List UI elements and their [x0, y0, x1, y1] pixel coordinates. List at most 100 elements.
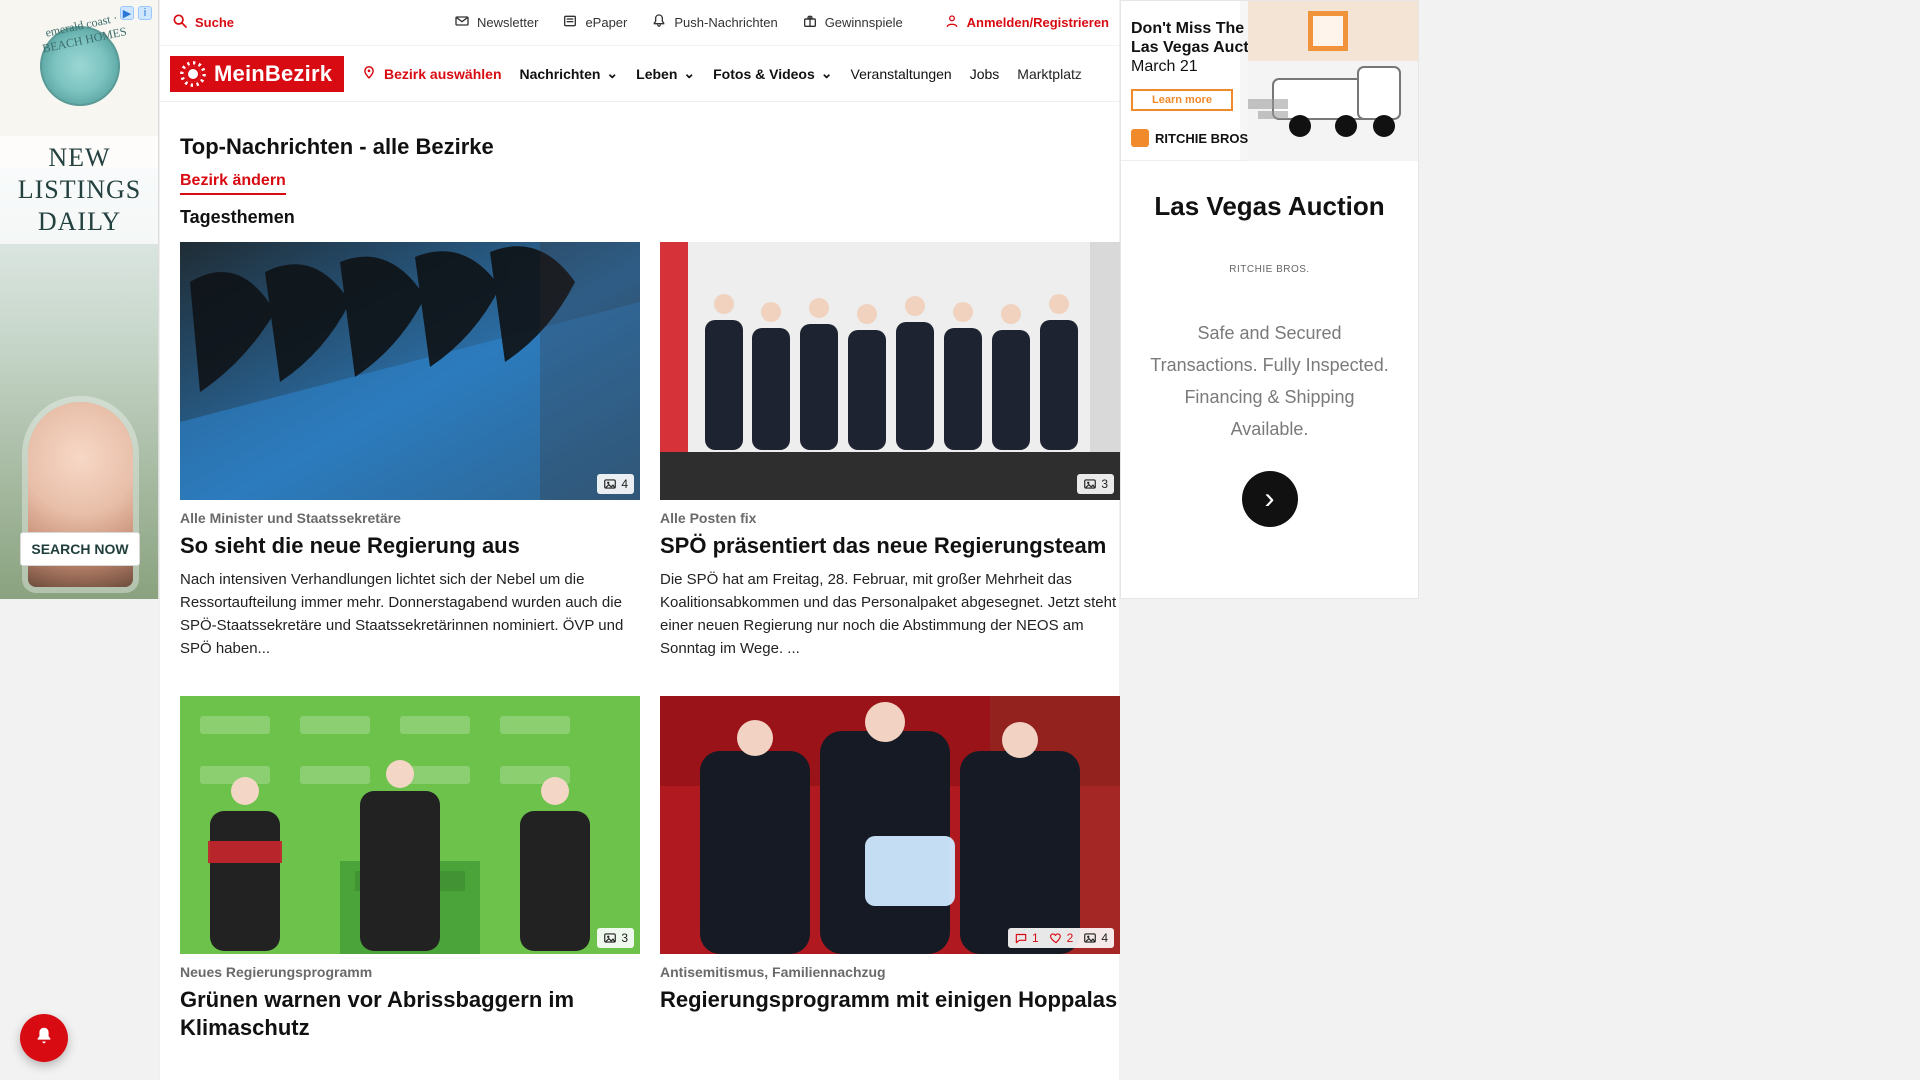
- photos-count: 4: [603, 477, 628, 491]
- nav-label: Jobs: [969, 65, 1000, 82]
- ad-big-title: Las Vegas Auction: [1154, 191, 1385, 221]
- photos-count: 3: [1083, 477, 1108, 491]
- page-title: Top-Nachrichten - alle Bezirke: [180, 134, 494, 159]
- ad-top-banner[interactable]: ▶ i Don't Miss The Las Vegas Auction Mar…: [1121, 1, 1418, 161]
- gallery-icon: [603, 932, 617, 944]
- nav-label: Nachrichten: [519, 65, 601, 82]
- chevron-down-icon: ⌄: [606, 65, 619, 81]
- article-2-image: [660, 242, 1120, 500]
- ad-description: Safe and Secured Transactions. Fully Ins…: [1150, 323, 1389, 439]
- mail-icon: [454, 13, 470, 32]
- article-title[interactable]: Grünen warnen vor Abrissbaggern im Klima…: [180, 986, 640, 1042]
- article-kicker: Neues Regierungsprogramm: [180, 964, 373, 980]
- ad-search-button[interactable]: SEARCH NOW: [20, 532, 140, 566]
- truck-graphic: [1248, 1, 1418, 161]
- article-excerpt: Nach intensiven Verhandlungen lichtet si…: [180, 571, 624, 657]
- gallery-icon: [603, 478, 617, 490]
- article-4-image: [660, 696, 1120, 954]
- nav-item-jobs[interactable]: Jobs: [970, 66, 1000, 82]
- section-title: Tagesthemen: [180, 207, 295, 227]
- ad-small-logo: RITCHIE BROS.: [1229, 264, 1310, 275]
- article-3-image: [180, 696, 640, 954]
- article-thumbnail[interactable]: 3: [180, 696, 640, 954]
- comment-icon: [1014, 932, 1028, 944]
- gift-icon: [802, 13, 818, 32]
- ritchie-bros-logo-icon: [1131, 129, 1149, 147]
- user-icon: [944, 13, 960, 32]
- gewinnspiele-label: Gewinnspiele: [824, 15, 903, 30]
- gewinnspiele-link[interactable]: Gewinnspiele: [802, 13, 903, 32]
- ad-brand-line: RITCHIE BROS.: [1131, 129, 1252, 147]
- article-card[interactable]: 1 2 4 Antisemitismus, Familiennachzug Re…: [660, 696, 1120, 1042]
- right-advertisement[interactable]: ▶ i Don't Miss The Las Vegas Auction Mar…: [1120, 0, 1419, 599]
- photos-count: 3: [603, 931, 628, 945]
- article-excerpt: Die SPÖ hat am Freitag, 28. Februar, mit…: [660, 571, 1117, 657]
- article-thumbnail[interactable]: 3: [660, 242, 1120, 500]
- thumbnail-meta: 4: [597, 474, 634, 494]
- ad-headline: NEW LISTINGS DAILY: [0, 136, 158, 244]
- article-card[interactable]: 3 Alle Posten fix SPÖ präsentiert das ne…: [660, 242, 1120, 660]
- photos-count-value: 3: [621, 931, 628, 945]
- search-link[interactable]: Suche: [172, 13, 234, 32]
- thumbnail-meta: 3: [597, 928, 634, 948]
- nav-label: Veranstaltungen: [850, 65, 952, 82]
- brand-name: MeinBezirk: [214, 60, 333, 86]
- article-title[interactable]: Regierungsprogramm mit einigen Hoppalas: [660, 986, 1120, 1014]
- photos-count-value: 4: [621, 477, 628, 491]
- article-1-image: [180, 242, 640, 500]
- ad-next-button[interactable]: ›: [1241, 471, 1298, 527]
- gallery-icon: [1083, 932, 1097, 944]
- utility-bar: Suche Newsletter ePaper Push-Nachrichten…: [160, 0, 1119, 46]
- nav-item-nachrichten[interactable]: Nachrichten ⌄: [520, 65, 619, 82]
- left-advertisement[interactable]: ▶ i emerald coast · BEACH HOMES NEW LIST…: [0, 0, 159, 599]
- newspaper-icon: [562, 13, 578, 32]
- ad-learn-more-button[interactable]: Learn more: [1131, 89, 1233, 111]
- login-link[interactable]: Anmelden/Registrieren: [944, 13, 1109, 32]
- ad-brand-name: RITCHIE BROS.: [1155, 130, 1252, 146]
- push-label: Push-Nachrichten: [674, 15, 778, 30]
- chevron-down-icon: ⌄: [683, 65, 696, 81]
- nav-label: Marktplatz: [1017, 65, 1082, 82]
- article-kicker: Alle Posten fix: [660, 510, 757, 526]
- district-select[interactable]: Bezirk auswählen: [362, 63, 502, 84]
- login-label: Anmelden/Registrieren: [966, 15, 1109, 30]
- epaper-link[interactable]: ePaper: [562, 13, 627, 32]
- likes-count: 2: [1049, 931, 1073, 945]
- search-icon: [172, 13, 188, 32]
- article-thumbnail[interactable]: 1 2 4: [660, 696, 1120, 954]
- comments-count: 1: [1014, 931, 1039, 945]
- article-card[interactable]: 4 Alle Minister und Staatssekretäre So s…: [180, 242, 640, 660]
- district-select-label: Bezirk auswählen: [384, 65, 502, 82]
- ad-info-icon: i: [138, 6, 152, 20]
- nav-label: Fotos & Videos: [713, 65, 815, 82]
- brand-sun-icon: [180, 61, 206, 87]
- change-district-link[interactable]: Bezirk ändern: [180, 172, 286, 195]
- article-thumbnail[interactable]: 4: [180, 242, 640, 500]
- article-kicker: Antisemitismus, Familiennachzug: [660, 964, 886, 980]
- nav-item-leben[interactable]: Leben ⌄: [636, 65, 695, 82]
- main-navigation: MeinBezirk Bezirk auswählen Nachrichten …: [160, 46, 1119, 102]
- chevron-down-icon: ⌄: [820, 65, 833, 81]
- photos-count-value: 3: [1101, 477, 1108, 491]
- content-area: Top-Nachrichten - alle Bezirke Bezirk än…: [160, 102, 1120, 1042]
- brand-logo[interactable]: MeinBezirk: [170, 55, 344, 92]
- article-card[interactable]: 3 Neues Regierungsprogramm Grünen warnen…: [180, 696, 640, 1042]
- newsletter-link[interactable]: Newsletter: [454, 13, 538, 32]
- heart-icon: [1049, 932, 1063, 944]
- push-link[interactable]: Push-Nachrichten: [651, 13, 778, 32]
- page-root: ▶ i emerald coast · BEACH HOMES NEW LIST…: [0, 0, 1920, 1080]
- nav-label: Leben: [636, 65, 678, 82]
- article-title[interactable]: So sieht die neue Regierung aus: [180, 532, 640, 560]
- gallery-icon: [1083, 478, 1097, 490]
- notifications-button[interactable]: [20, 1014, 68, 1062]
- photos-count: 4: [1083, 931, 1108, 945]
- nav-item-veranstaltungen[interactable]: Veranstaltungen: [851, 66, 952, 82]
- article-grid: 4 Alle Minister und Staatssekretäre So s…: [170, 242, 1120, 1042]
- article-title[interactable]: SPÖ präsentiert das neue Regierungsteam: [660, 532, 1120, 560]
- chevron-right-icon: ›: [1264, 482, 1275, 515]
- nav-item-fotos-videos[interactable]: Fotos & Videos ⌄: [713, 65, 832, 82]
- photos-count-value: 4: [1101, 931, 1108, 945]
- location-pin-icon: [362, 63, 376, 84]
- utility-links: Newsletter ePaper Push-Nachrichten Gewin…: [454, 13, 903, 32]
- nav-item-marktplatz[interactable]: Marktplatz: [1017, 65, 1100, 82]
